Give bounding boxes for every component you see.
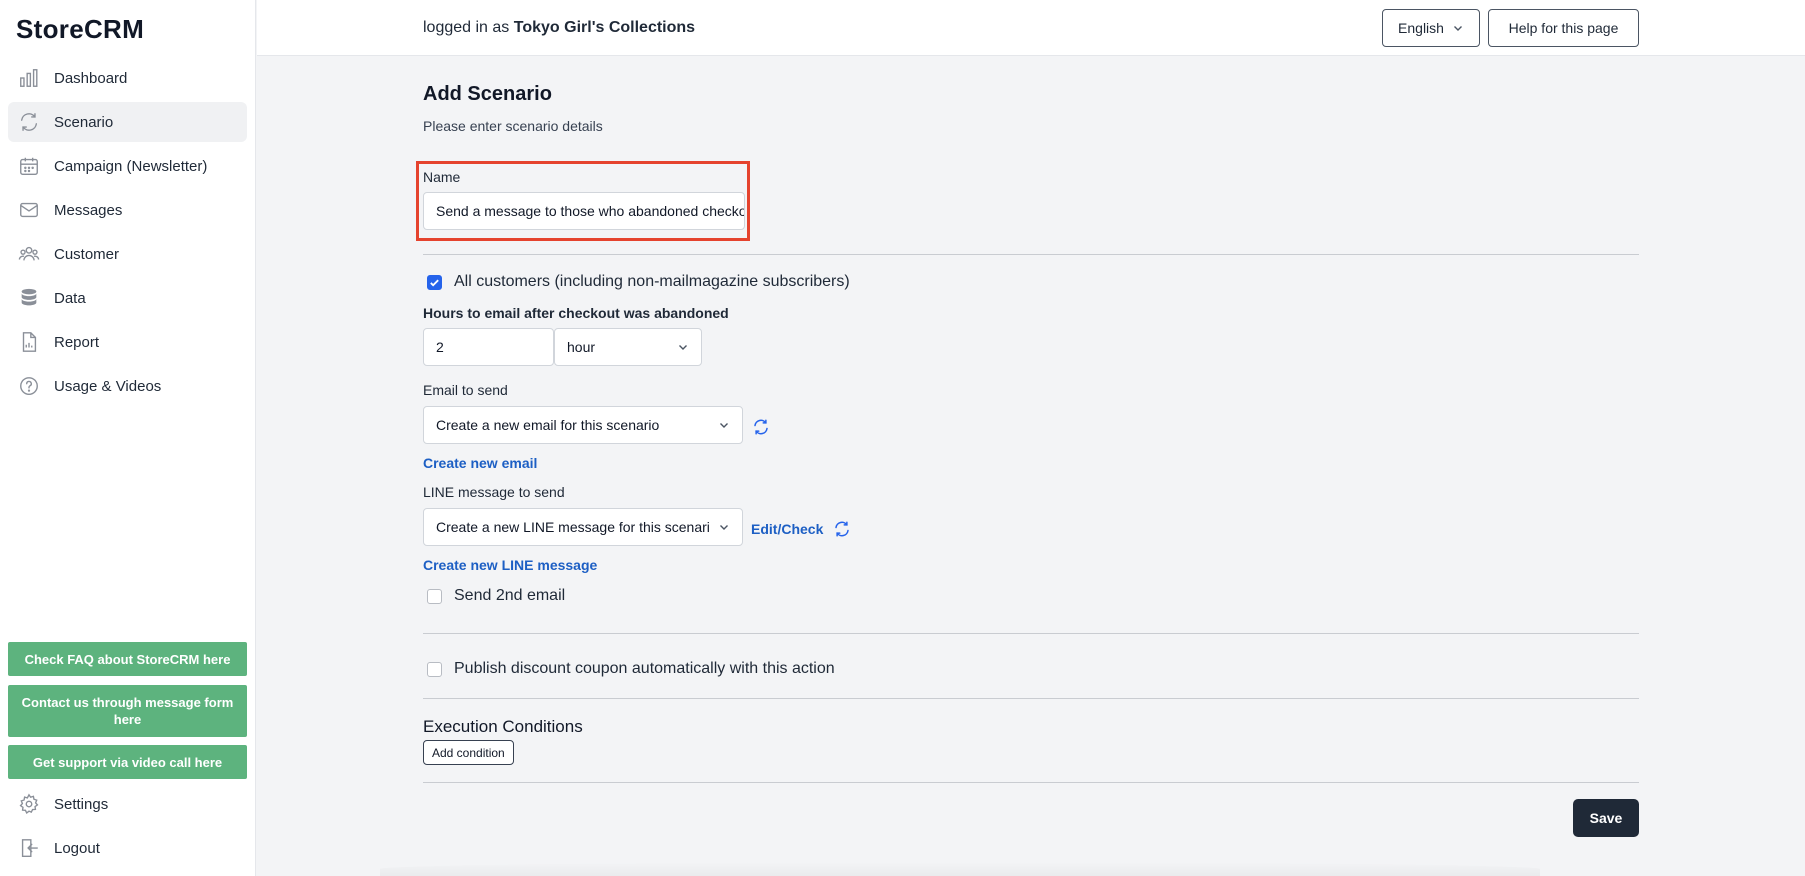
sidebar: StoreCRM Dashboard Scenario Campaign (Ne… bbox=[0, 0, 256, 876]
sidebar-item-label: Messages bbox=[54, 201, 123, 219]
name-input[interactable]: Send a message to those who abandoned ch… bbox=[423, 192, 745, 230]
sidebar-item-label: Data bbox=[54, 289, 86, 307]
sidebar-item-label: Usage & Videos bbox=[54, 377, 162, 395]
document-chart-icon bbox=[18, 331, 40, 353]
sidebar-item-label: Campaign (Newsletter) bbox=[54, 157, 208, 175]
page-title: Add Scenario bbox=[423, 83, 552, 105]
sidebar-item-dashboard[interactable]: Dashboard bbox=[8, 58, 247, 98]
hours-unit-select[interactable]: hour bbox=[554, 328, 702, 366]
all-customers-row: All customers (including non-mailmagazin… bbox=[427, 273, 850, 291]
sidebar-item-label: Dashboard bbox=[54, 69, 128, 87]
logout-icon bbox=[18, 837, 40, 859]
second-email-row: Send 2nd email bbox=[427, 587, 565, 605]
calendar-icon bbox=[18, 155, 40, 177]
sidebar-nav: Dashboard Scenario Campaign (Newsletter)… bbox=[8, 58, 247, 410]
sidebar-item-data[interactable]: Data bbox=[8, 278, 247, 318]
language-label: English bbox=[1398, 20, 1444, 36]
email-select[interactable]: Create a new email for this scenario bbox=[423, 406, 743, 444]
edit-check-link[interactable]: Edit/Check bbox=[751, 521, 823, 537]
hours-label: Hours to email after checkout was abando… bbox=[423, 305, 729, 321]
bar-chart-icon bbox=[18, 67, 40, 89]
add-condition-button[interactable]: Add condition bbox=[423, 740, 514, 765]
second-email-checkbox[interactable] bbox=[427, 588, 442, 604]
refresh-email-icon[interactable] bbox=[752, 418, 770, 436]
line-select[interactable]: Create a new LINE message for this scena… bbox=[423, 508, 743, 546]
chevron-down-icon bbox=[720, 423, 728, 428]
envelope-icon bbox=[18, 199, 40, 221]
coupon-label: Publish discount coupon automatically wi… bbox=[454, 660, 835, 677]
chevron-down-icon bbox=[679, 345, 687, 350]
sidebar-item-usage-videos[interactable]: Usage & Videos bbox=[8, 366, 247, 406]
page-subtitle: Please enter scenario details bbox=[423, 118, 603, 134]
email-select-value: Create a new email for this scenario bbox=[436, 417, 660, 433]
sidebar-item-logout[interactable]: Logout bbox=[8, 828, 247, 868]
execution-conditions-title: Execution Conditions bbox=[423, 717, 583, 736]
sidebar-item-label: Report bbox=[54, 333, 100, 351]
logged-in-status: logged in as Tokyo Girl's Collections bbox=[423, 19, 695, 37]
sidebar-item-report[interactable]: Report bbox=[8, 322, 247, 362]
users-icon bbox=[18, 243, 40, 265]
chevron-down-icon bbox=[720, 525, 728, 530]
line-select-value: Create a new LINE message for this scena… bbox=[436, 519, 710, 535]
hours-unit-value: hour bbox=[567, 339, 596, 355]
footer-shadow bbox=[380, 862, 1540, 876]
chevron-down-icon bbox=[1453, 26, 1462, 31]
refresh-cycle-icon bbox=[18, 111, 40, 133]
sidebar-item-campaign[interactable]: Campaign (Newsletter) bbox=[8, 146, 247, 186]
sidebar-item-messages[interactable]: Messages bbox=[8, 190, 247, 230]
app-logo[interactable]: StoreCRM bbox=[16, 14, 144, 45]
video-call-button[interactable]: Get support via video call here bbox=[8, 745, 247, 779]
divider bbox=[423, 254, 1639, 255]
all-customers-checkbox[interactable] bbox=[427, 274, 442, 290]
email-label: Email to send bbox=[423, 382, 508, 398]
topbar: logged in as Tokyo Girl's Collections En… bbox=[257, 0, 1805, 56]
store-name: Tokyo Girl's Collections bbox=[513, 19, 696, 36]
gear-icon bbox=[18, 793, 40, 815]
sidebar-item-label: Customer bbox=[54, 245, 120, 263]
name-label: Name bbox=[423, 169, 461, 185]
divider bbox=[423, 782, 1639, 783]
sidebar-item-scenario[interactable]: Scenario bbox=[8, 102, 247, 142]
divider bbox=[423, 698, 1639, 699]
settings-label: Settings bbox=[54, 795, 109, 813]
divider bbox=[423, 633, 1639, 634]
create-line-link[interactable]: Create new LINE message bbox=[423, 557, 597, 573]
hours-input[interactable]: 2 bbox=[423, 328, 554, 366]
sidebar-item-label: Scenario bbox=[54, 113, 114, 131]
logout-label: Logout bbox=[54, 839, 100, 857]
sidebar-item-customer[interactable]: Customer bbox=[8, 234, 247, 274]
all-customers-label: All customers (including non-mailmagazin… bbox=[454, 273, 850, 290]
help-page-button[interactable]: Help for this page bbox=[1488, 9, 1639, 47]
refresh-line-icon[interactable] bbox=[833, 520, 851, 538]
save-button[interactable]: Save bbox=[1573, 799, 1639, 837]
faq-button[interactable]: Check FAQ about StoreCRM here bbox=[8, 642, 247, 676]
logged-in-prefix: logged in as bbox=[423, 19, 510, 36]
coupon-checkbox[interactable] bbox=[427, 661, 442, 677]
line-label: LINE message to send bbox=[423, 484, 565, 500]
create-email-link[interactable]: Create new email bbox=[423, 455, 537, 471]
question-circle-icon bbox=[18, 375, 40, 397]
sidebar-item-settings[interactable]: Settings bbox=[8, 784, 247, 824]
coupon-row: Publish discount coupon automatically wi… bbox=[427, 660, 835, 678]
language-dropdown[interactable]: English bbox=[1382, 9, 1480, 47]
contact-form-button[interactable]: Contact us through message form here bbox=[8, 685, 247, 737]
second-email-label: Send 2nd email bbox=[454, 587, 566, 604]
database-icon bbox=[18, 287, 40, 309]
